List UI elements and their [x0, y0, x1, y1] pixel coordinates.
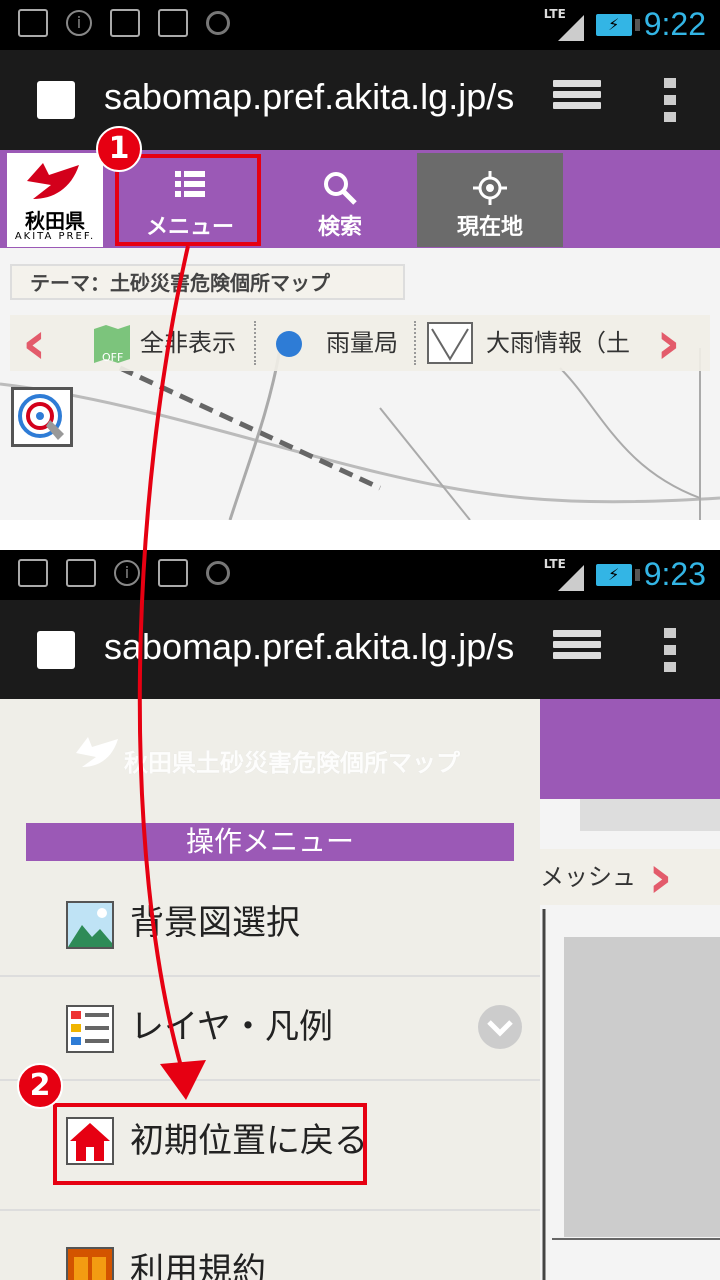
annotation-arrow	[137, 245, 206, 1100]
